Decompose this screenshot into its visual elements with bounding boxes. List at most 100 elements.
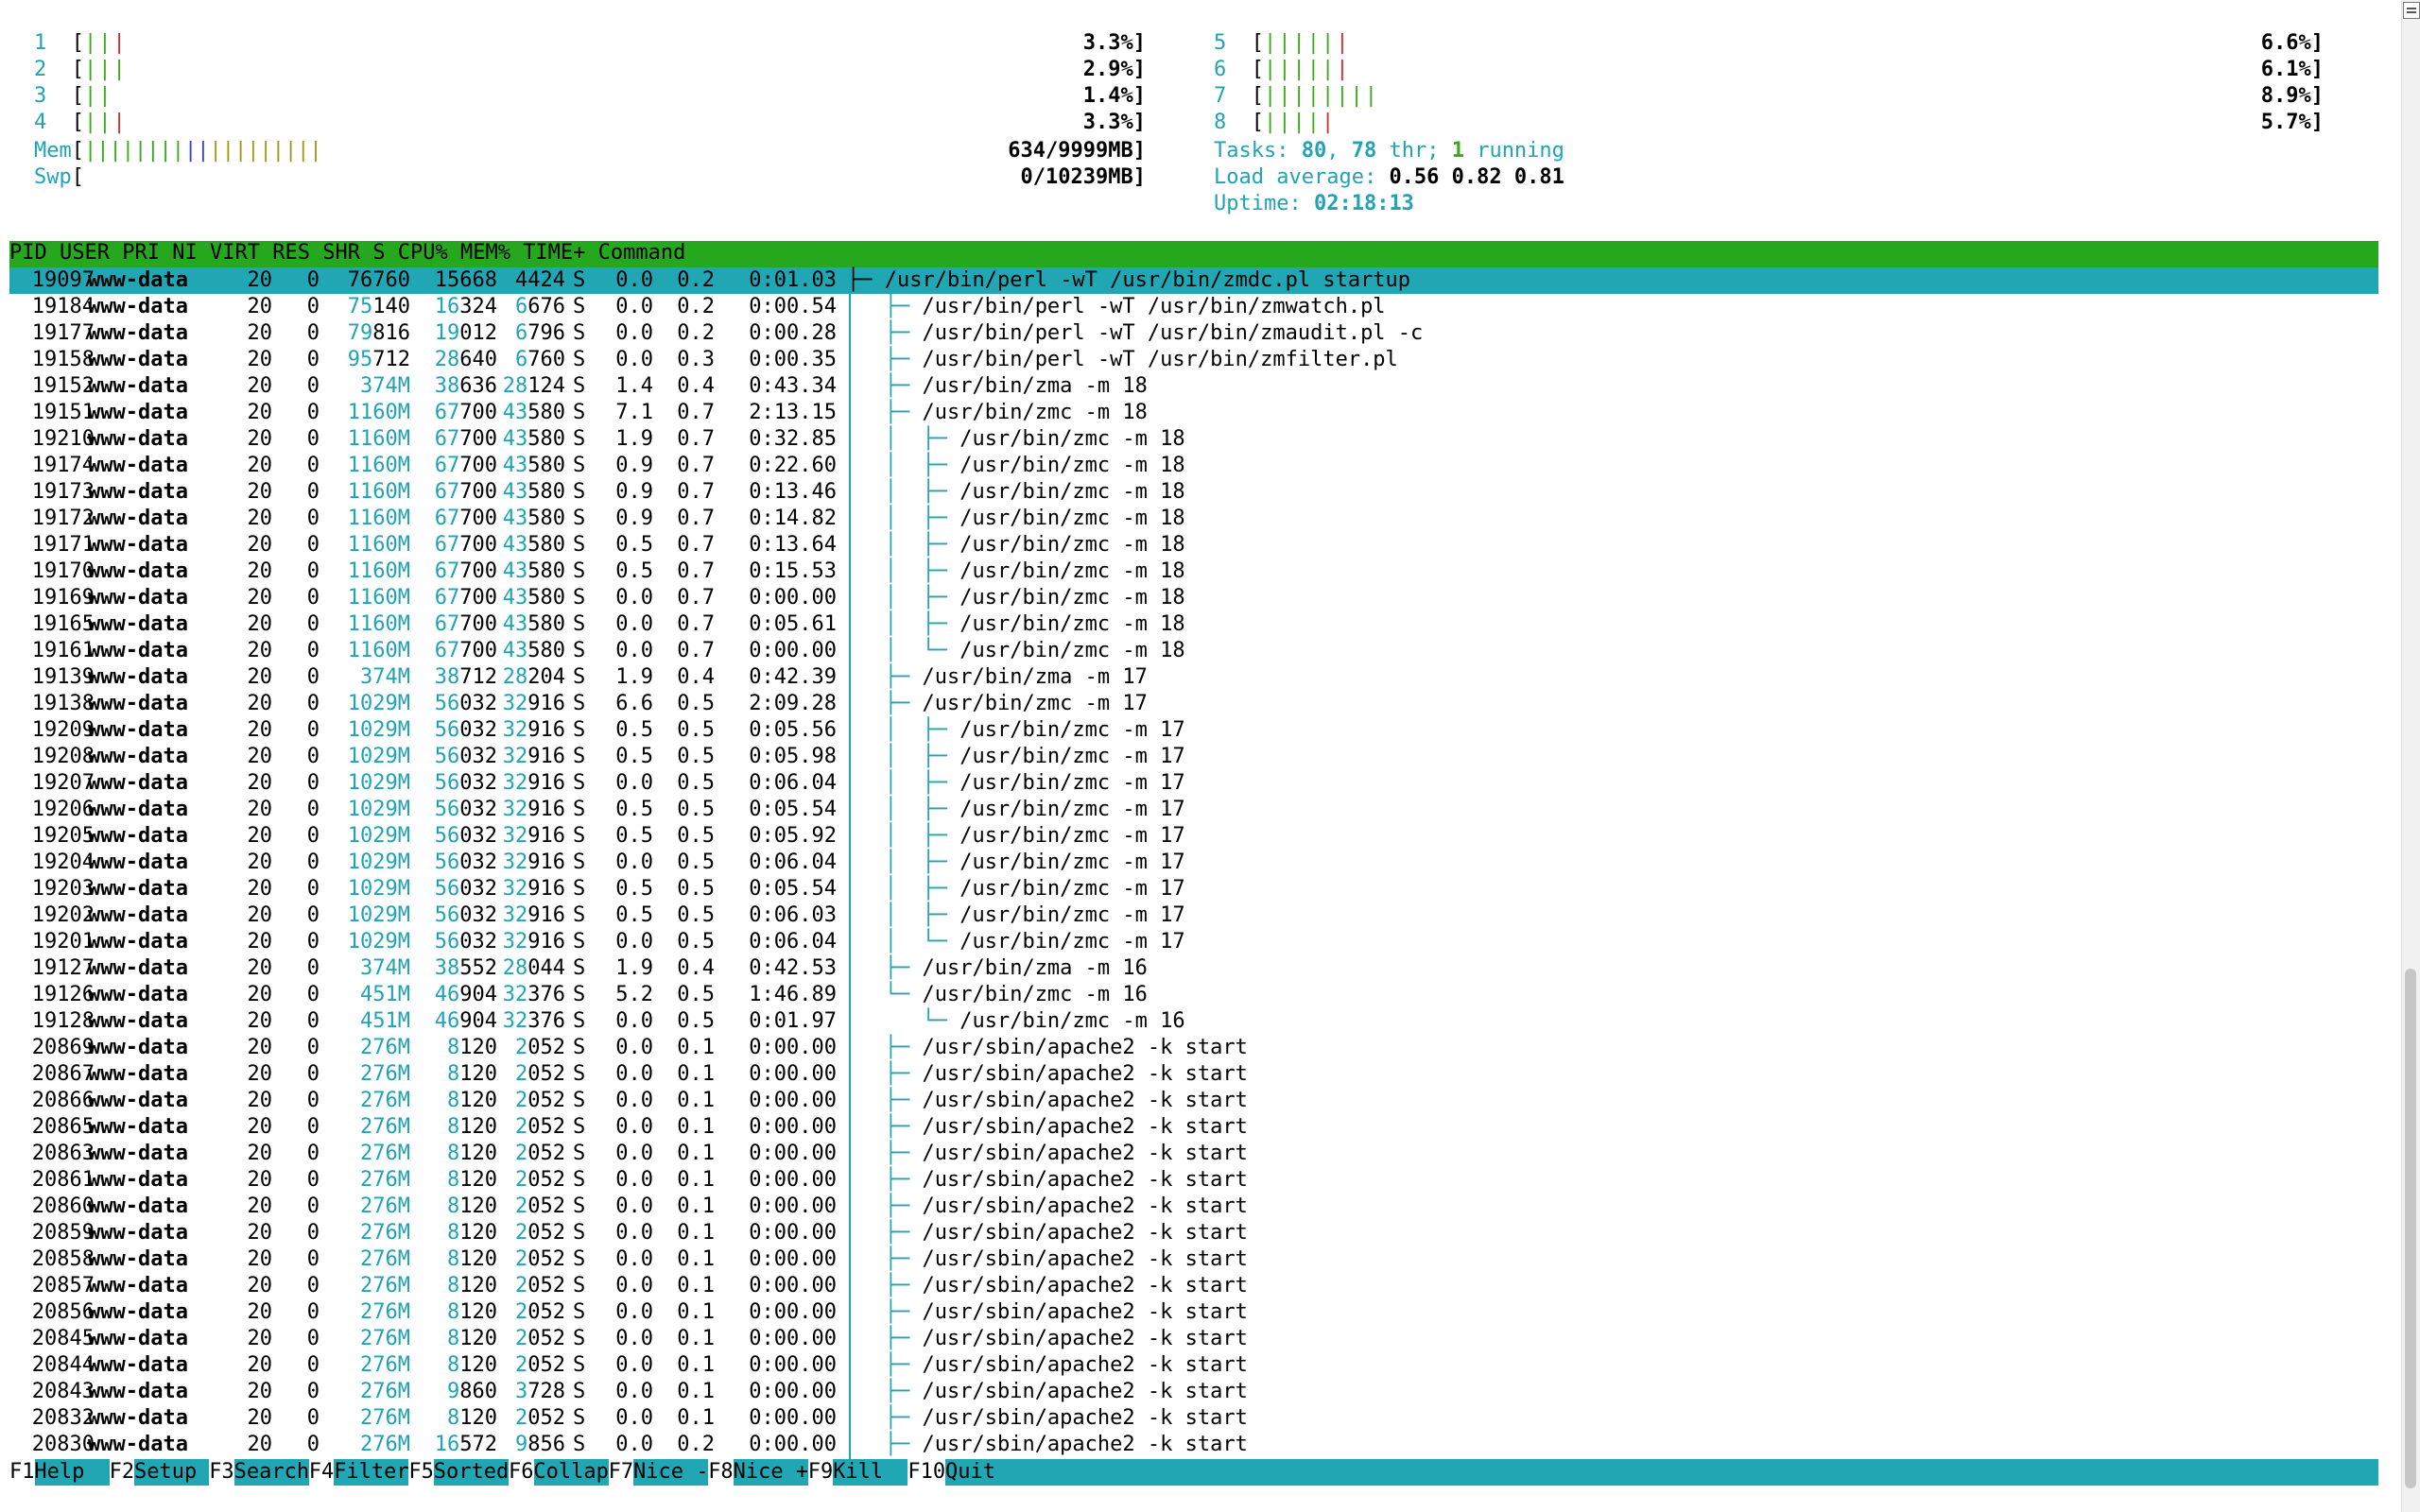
fkey-f3[interactable]: F3 [209, 1459, 234, 1486]
table-row[interactable]: 20843 www-data 20 0 276M 9860 3728 S 0.0 0.1 0:00.… [9, 1379, 2378, 1405]
process-time: 2:09.28 [749, 692, 837, 715]
col-pri[interactable]: PRI [122, 241, 160, 265]
fkey-f7[interactable]: F7 [608, 1459, 634, 1486]
col-user[interactable]: USER [60, 241, 110, 265]
table-row[interactable]: 20869 www-data 20 0 276M 8120 2052 S 0.0 0.1 0:00.… [9, 1035, 2378, 1061]
table-row[interactable]: 19202 www-data 20 0 1029M 56032 32916 S 0.5 0.5 0:… [9, 902, 2378, 929]
table-row[interactable]: 19097 www-data 20 0 76760 15668 4424 S 0.0 0.2 0:0… [9, 267, 2378, 294]
fkey-label-f5[interactable]: Sorted [434, 1459, 509, 1486]
table-row[interactable]: 19207 www-data 20 0 1029M 56032 32916 S 0.0 0.5 0:… [9, 770, 2378, 797]
table-row[interactable]: 19127 www-data 20 0 374M 38552 28044 S 1.9 0.4 0:4… [9, 955, 2378, 982]
menu-icon[interactable] [2403, 2, 2420, 19]
table-row[interactable]: 20866 www-data 20 0 276M 8120 2052 S 0.0 0.1 0:00.… [9, 1088, 2378, 1114]
process-res: 8120 [447, 1221, 497, 1245]
fkey-f2[interactable]: F2 [109, 1459, 135, 1486]
table-row[interactable]: 20830 www-data 20 0 276M 16572 9856 S 0.0 0.2 0:00… [9, 1432, 2378, 1458]
process-command-text: /usr/sbin/apache2 -k start [922, 1089, 1248, 1112]
table-row[interactable]: 19158 www-data 20 0 95712 28640 6760 S 0.0 0.3 0:0… [9, 347, 2378, 373]
table-row[interactable]: 19139 www-data 20 0 374M 38712 28204 S 1.9 0.4 0:4… [9, 664, 2378, 691]
table-row[interactable]: 19170 www-data 20 0 1160M 67700 43580 S 0.5 0.7 0:… [9, 558, 2378, 585]
fkey-label-f1[interactable]: Help [34, 1459, 109, 1486]
col-cpu[interactable]: CPU% [398, 241, 448, 265]
table-row[interactable]: 20860 www-data 20 0 276M 8120 2052 S 0.0 0.1 0:00.… [9, 1194, 2378, 1220]
col-command[interactable]: Command [598, 241, 686, 265]
cpu-bracket: [ [1251, 84, 1264, 108]
table-row[interactable]: 19126 www-data 20 0 451M 46904 32376 S 5.2 0.5 1:4… [9, 982, 2378, 1008]
table-row[interactable]: 19209 www-data 20 0 1029M 56032 32916 S 0.5 0.5 0:… [9, 717, 2378, 744]
table-row[interactable]: 19172 www-data 20 0 1160M 67700 43580 S 0.9 0.7 0:… [9, 506, 2378, 532]
table-row[interactable]: 19205 www-data 20 0 1029M 56032 32916 S 0.5 0.5 0:… [9, 823, 2378, 850]
table-row[interactable]: 20858 www-data 20 0 276M 8120 2052 S 0.0 0.1 0:00.… [9, 1246, 2378, 1273]
col-pid[interactable]: PID [9, 241, 47, 265]
fkey-f10[interactable]: F10 [908, 1459, 946, 1486]
table-row[interactable]: 20857 www-data 20 0 276M 8120 2052 S 0.0 0.1 0:00.… [9, 1273, 2378, 1299]
cpu-percent: 3.3%] [1082, 111, 1146, 134]
table-row[interactable]: 19169 www-data 20 0 1160M 67700 43580 S 0.0 0.7 0:… [9, 585, 2378, 611]
process-state: S [573, 877, 586, 901]
process-cpu: 0.5 [615, 798, 653, 821]
col-state[interactable]: S [372, 241, 385, 265]
col-time[interactable]: TIME+ [523, 241, 585, 265]
process-pid: 19172 [31, 507, 95, 530]
fkey-f8[interactable]: F8 [708, 1459, 734, 1486]
table-row[interactable]: 19177 www-data 20 0 79816 19012 6796 S 0.0 0.2 0:0… [9, 320, 2378, 347]
col-res[interactable]: RES [272, 241, 310, 265]
table-row[interactable]: 19203 www-data 20 0 1029M 56032 32916 S 0.5 0.5 0:… [9, 876, 2378, 902]
table-row[interactable]: 19174 www-data 20 0 1160M 67700 43580 S 0.9 0.7 0:… [9, 453, 2378, 479]
fkey-label-f9[interactable]: Kill [833, 1459, 908, 1486]
table-row[interactable]: 20845 www-data 20 0 276M 8120 2052 S 0.0 0.1 0:00.… [9, 1326, 2378, 1352]
process-user: www-data [88, 1089, 188, 1112]
table-row[interactable]: 20867 www-data 20 0 276M 8120 2052 S 0.0 0.1 0:00.… [9, 1061, 2378, 1088]
table-row[interactable]: 20832 www-data 20 0 276M 8120 2052 S 0.0 0.1 0:00.… [9, 1405, 2378, 1432]
table-row[interactable]: 20861 www-data 20 0 276M 8120 2052 S 0.0 0.1 0:00.… [9, 1167, 2378, 1194]
fkey-label-f6[interactable]: Collap [533, 1459, 608, 1486]
col-shr[interactable]: SHR [322, 241, 360, 265]
process-state: S [573, 533, 586, 557]
table-row[interactable]: 19161 www-data 20 0 1160M 67700 43580 S 0.0 0.7 0:… [9, 638, 2378, 664]
tasks-label: Tasks: [1214, 139, 1302, 163]
table-row[interactable]: 19206 www-data 20 0 1029M 56032 32916 S 0.5 0.5 0:… [9, 797, 2378, 823]
table-row[interactable]: 19184 www-data 20 0 75140 16324 6676 S 0.0 0.2 0:0… [9, 294, 2378, 320]
load-label: Load average: [1214, 165, 1390, 189]
fkey-label-f4[interactable]: Filter [334, 1459, 408, 1486]
table-row[interactable]: 19208 www-data 20 0 1029M 56032 32916 S 0.5 0.5 0:… [9, 744, 2378, 770]
col-ni[interactable]: NI [172, 241, 198, 265]
table-row[interactable]: 19204 www-data 20 0 1029M 56032 32916 S 0.0 0.5 0:… [9, 850, 2378, 876]
table-row[interactable]: 19128 www-data 20 0 451M 46904 32376 S 0.0 0.5 0:0… [9, 1008, 2378, 1035]
table-row[interactable]: 20844 www-data 20 0 276M 8120 2052 S 0.0 0.1 0:00.… [9, 1352, 2378, 1379]
process-virt: 276M [360, 1380, 410, 1403]
table-row[interactable]: 20859 www-data 20 0 276M 8120 2052 S 0.0 0.1 0:00.… [9, 1220, 2378, 1246]
process-nice: 0 [306, 1168, 320, 1192]
cpu-percent: 2.9%] [1082, 58, 1146, 81]
process-time: 0:42.39 [749, 665, 837, 689]
scrollbar-thumb[interactable] [2405, 969, 2416, 1488]
col-virt[interactable]: VIRT [210, 241, 260, 265]
table-row[interactable]: 19201 www-data 20 0 1029M 56032 32916 S 0.0 0.5 0:… [9, 929, 2378, 955]
fkey-f4[interactable]: F4 [308, 1459, 335, 1486]
fkey-label-f8[interactable]: Nice + [734, 1459, 808, 1486]
fkey-f1[interactable]: F1 [9, 1459, 35, 1486]
fkey-f9[interactable]: F9 [807, 1459, 834, 1486]
process-table-header[interactable]: PID USER PRI NI VIRT RES SHR S CPU% MEM%… [9, 241, 2378, 267]
fkey-label-f7[interactable]: Nice - [633, 1459, 708, 1486]
col-mem[interactable]: MEM% [460, 241, 510, 265]
fkey-label-f3[interactable]: Search [234, 1459, 309, 1486]
fkey-label-f2[interactable]: Setup [134, 1459, 209, 1486]
process-tree-branch: ├─ [847, 956, 923, 980]
process-nice: 0 [306, 1036, 320, 1059]
process-mem: 0.7 [677, 401, 715, 424]
table-row[interactable]: 19210 www-data 20 0 1160M 67700 43580 S 1.9 0.7 0:… [9, 426, 2378, 453]
table-row[interactable]: 19138 www-data 20 0 1029M 56032 32916 S 6.6 0.5 2:… [9, 691, 2378, 717]
fkey-label-f10[interactable]: Quit [945, 1459, 1020, 1486]
table-row[interactable]: 19152 www-data 20 0 374M 38636 28124 S 1.4 0.4 0:4… [9, 373, 2378, 400]
fkey-f5[interactable]: F5 [408, 1459, 434, 1486]
table-row[interactable]: 20856 www-data 20 0 276M 8120 2052 S 0.0 0.1 0:00.… [9, 1299, 2378, 1326]
table-row[interactable]: 20863 www-data 20 0 276M 8120 2052 S 0.0 0.1 0:00.… [9, 1141, 2378, 1167]
table-row[interactable]: 19151 www-data 20 0 1160M 67700 43580 S 7.1 0.7 2:… [9, 400, 2378, 426]
process-command: ├─ /usr/bin/perl -wT /usr/bin/zmaudit.pl… [847, 320, 1424, 347]
table-row[interactable]: 19165 www-data 20 0 1160M 67700 43580 S 0.0 0.7 0:… [9, 611, 2378, 638]
table-row[interactable]: 19171 www-data 20 0 1160M 67700 43580 S 0.5 0.7 0:… [9, 532, 2378, 558]
table-row[interactable]: 20865 www-data 20 0 276M 8120 2052 S 0.0 0.1 0:00.… [9, 1114, 2378, 1141]
table-row[interactable]: 19173 www-data 20 0 1160M 67700 43580 S 0.9 0.7 0:… [9, 479, 2378, 506]
fkey-f6[interactable]: F6 [509, 1459, 534, 1486]
